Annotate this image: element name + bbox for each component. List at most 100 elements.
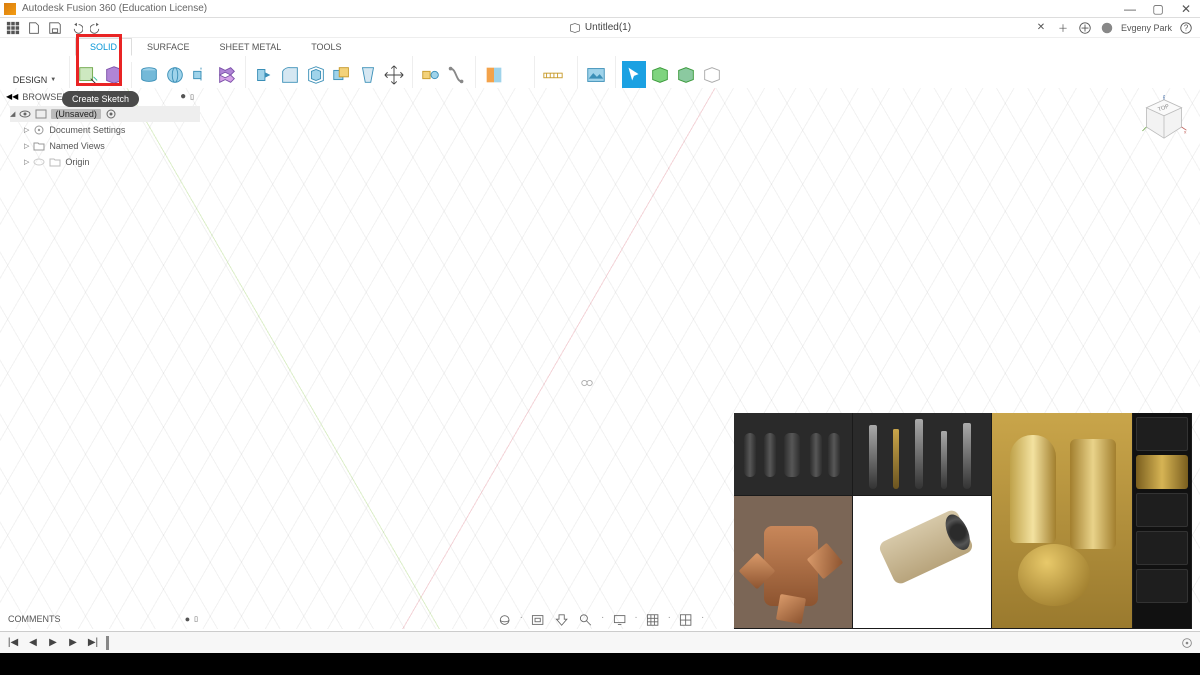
shell-tool[interactable]	[304, 61, 328, 89]
insert-tool[interactable]	[584, 61, 608, 89]
tree-item-named-views[interactable]: ▷ Named Views	[10, 138, 200, 154]
display-settings-icon[interactable]	[610, 612, 628, 628]
fillet-tool[interactable]	[278, 61, 302, 89]
sweep-tool[interactable]	[189, 61, 213, 89]
extensions-icon[interactable]	[1077, 20, 1093, 36]
timeline-track[interactable]	[106, 642, 1174, 644]
visibility-off-icon[interactable]	[33, 156, 45, 168]
viewcube[interactable]: TOP z x	[1140, 95, 1188, 143]
document-icon	[569, 22, 581, 34]
timeline-settings-icon[interactable]	[1180, 636, 1194, 650]
timeline-play-icon[interactable]: ▶	[46, 636, 60, 650]
select-tool[interactable]	[622, 61, 646, 89]
timeline-prev-icon[interactable]: ◀	[26, 636, 40, 650]
tab-close-icon[interactable]: ✕	[1033, 20, 1049, 36]
viewport-layout-icon[interactable]	[677, 612, 695, 628]
tab-solid[interactable]: SOLID	[75, 38, 132, 56]
as-built-joint-tool[interactable]	[445, 61, 469, 89]
component-icon	[35, 108, 47, 120]
app-title: Autodesk Fusion 360 (Education License)	[22, 3, 207, 14]
origin-folder-icon	[49, 156, 61, 168]
expand-icon[interactable]: ▷	[24, 126, 29, 134]
folder-icon	[33, 140, 45, 152]
ref-image-pens	[853, 413, 991, 495]
app-menu-icon[interactable]	[4, 19, 22, 37]
save-icon[interactable]	[46, 19, 64, 37]
tree-item-label: Document Settings	[49, 125, 125, 135]
undo-icon[interactable]	[67, 19, 85, 37]
workspace-label: DESIGN	[13, 75, 48, 85]
window-titlebar: Autodesk Fusion 360 (Education License) …	[0, 0, 1200, 18]
timeline-start-icon[interactable]: |◀	[6, 636, 20, 650]
comments-bullet-icon[interactable]: ●	[185, 614, 190, 624]
ref-image-brass-cartridges	[992, 413, 1132, 628]
tree-item-origin[interactable]: ▷ Origin	[10, 154, 200, 170]
radio-icon[interactable]	[105, 108, 117, 120]
tree-root[interactable]: ◢ (Unsaved)	[10, 106, 200, 122]
zoom-icon[interactable]	[577, 612, 595, 628]
svg-text:x: x	[1184, 130, 1187, 135]
video-letterbox	[0, 653, 1200, 675]
help-icon[interactable]: ?	[1178, 20, 1194, 36]
browser-options-icon[interactable]: ▯	[190, 93, 194, 101]
close-button[interactable]: ✕	[1172, 0, 1200, 18]
comments-panel-header[interactable]: COMMENTS ● ▯	[8, 611, 198, 627]
pan-icon[interactable]	[553, 612, 571, 628]
move-tool[interactable]	[382, 61, 406, 89]
comments-options-icon[interactable]: ▯	[194, 615, 198, 623]
file-menu-icon[interactable]	[25, 19, 43, 37]
tab-surface[interactable]: SURFACE	[132, 38, 205, 56]
tab-sheet-metal[interactable]: SHEET METAL	[205, 38, 297, 56]
minimize-button[interactable]: —	[1116, 0, 1144, 18]
document-tab[interactable]: Untitled(1)	[569, 22, 631, 34]
press-pull-tool[interactable]	[252, 61, 276, 89]
create-sketch-tool[interactable]	[76, 61, 100, 89]
draft-tool[interactable]	[356, 61, 380, 89]
joint-tool[interactable]	[419, 61, 443, 89]
timeline-next-icon[interactable]: ▶	[66, 636, 80, 650]
browser-collapse-icon[interactable]: ◀◀	[6, 92, 18, 101]
expand-icon[interactable]: ▷	[24, 158, 29, 166]
user-name[interactable]: Evgeny Park	[1121, 23, 1172, 33]
fusion-logo-icon	[4, 3, 16, 15]
navigation-bar: · · · · ·	[496, 612, 705, 628]
select-box-tool[interactable]	[648, 61, 672, 89]
timeline-bar: |◀ ◀ ▶ ▶ ▶|	[0, 631, 1200, 653]
redo-icon[interactable]	[88, 19, 106, 37]
orbit-icon[interactable]	[496, 612, 514, 628]
look-at-icon[interactable]	[529, 612, 547, 628]
expand-icon[interactable]: ◢	[10, 110, 15, 118]
svg-text:?: ?	[1184, 23, 1189, 32]
tree-root-name[interactable]: (Unsaved)	[51, 109, 101, 119]
select-filter-tool[interactable]	[700, 61, 724, 89]
create-form-tool[interactable]	[102, 61, 126, 89]
new-tab-icon[interactable]: ＋	[1055, 20, 1071, 36]
expand-icon[interactable]: ▷	[24, 142, 29, 150]
job-status-icon[interactable]	[1099, 20, 1115, 36]
reference-image-panel[interactable]	[734, 413, 1192, 629]
construct-plane-tool[interactable]	[482, 61, 506, 89]
create-sketch-tooltip: Create Sketch	[62, 91, 139, 107]
origin-gizmo-icon	[580, 376, 594, 393]
ref-image-copper-grenades	[734, 496, 852, 628]
quick-access-toolbar: Untitled(1) ✕ ＋ Evgeny Park ?	[0, 18, 1200, 38]
ref-image-suppressor	[853, 496, 991, 628]
visibility-icon[interactable]	[19, 108, 31, 120]
ref-image-lighters	[734, 413, 852, 495]
measure-tool[interactable]	[541, 61, 565, 89]
maximize-button[interactable]: ▢	[1144, 0, 1172, 18]
combine-tool[interactable]	[330, 61, 354, 89]
comments-label: COMMENTS	[8, 614, 61, 624]
select-priority-tool[interactable]	[674, 61, 698, 89]
tree-item-doc-settings[interactable]: ▷ Document Settings	[10, 122, 200, 138]
document-title: Untitled(1)	[585, 22, 631, 33]
loft-tool[interactable]	[215, 61, 239, 89]
revolve-tool[interactable]	[163, 61, 187, 89]
browser-bullet-icon[interactable]: ●	[180, 91, 186, 102]
extrude-tool[interactable]	[137, 61, 161, 89]
tab-tools[interactable]: TOOLS	[296, 38, 356, 56]
grid-settings-icon[interactable]	[644, 612, 662, 628]
timeline-end-icon[interactable]: ▶|	[86, 636, 100, 650]
ref-image-sidebar-strips	[1133, 413, 1191, 628]
gear-icon	[33, 124, 45, 136]
